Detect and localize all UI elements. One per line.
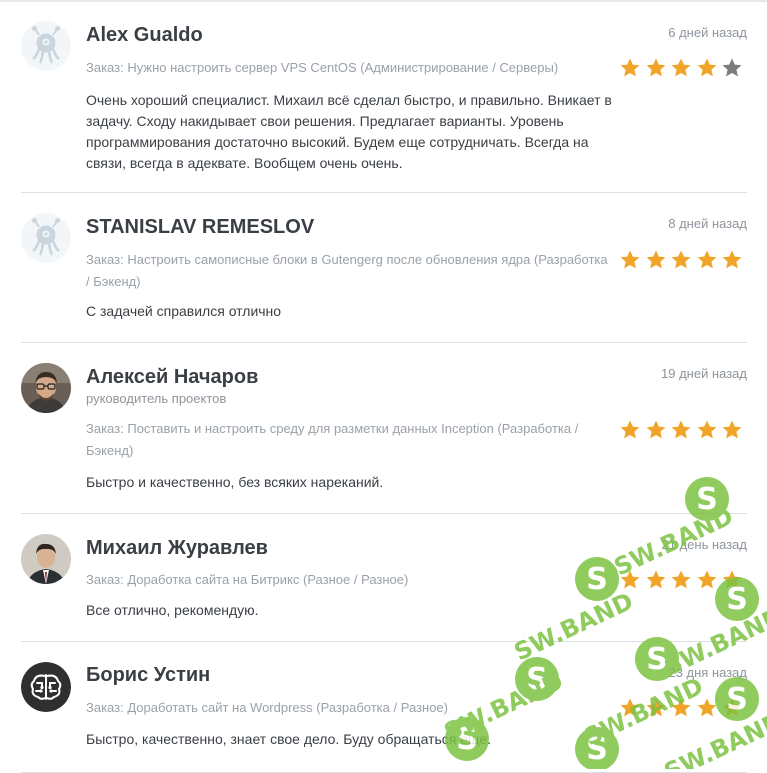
star-filled-icon [619,57,641,79]
order-link[interactable]: Настроить самописные блоки в Gutengerg п… [86,252,608,289]
rating-stars [616,569,744,591]
star-filled-icon [645,249,667,271]
review-item: Alex Gualdo 6 дней назад Заказ: Нужно на… [21,0,747,193]
star-filled-icon [645,697,667,719]
reviewer-name[interactable]: Борис Устин [86,664,210,687]
star-filled-icon [619,249,641,271]
review-date: 6 дней назад [668,25,747,40]
star-filled-icon [619,419,641,441]
star-filled-icon [721,249,743,271]
star-filled-icon [645,569,667,591]
user-avatar-icon[interactable] [21,363,71,413]
review-date: 23 дня назад [668,665,747,680]
review-date: 21 день назад [661,537,748,552]
brain-avatar-icon[interactable] [21,662,71,712]
reviews-feed: Alex Gualdo 6 дней назад Заказ: Нужно на… [21,0,747,773]
user-avatar-icon[interactable] [21,534,71,584]
star-filled-icon [670,419,692,441]
order-link[interactable]: Поставить и настроить среду для разметки… [86,421,578,458]
star-filled-icon [670,57,692,79]
review-item: Алексей Начаров руководитель проектов 19… [21,343,747,514]
reviewer-name[interactable]: STANISLAV REMESLOV [86,216,314,239]
order-link[interactable]: Доработать сайт на Wordpress (Разработка… [127,700,448,715]
robot-avatar-icon[interactable] [21,213,71,263]
review-item: Михаил Журавлев 21 день назад Заказ: Дор… [21,514,747,642]
star-filled-icon [619,697,641,719]
review-date: 19 дней назад [661,366,747,381]
star-filled-icon [670,697,692,719]
star-filled-icon [670,569,692,591]
order-prefix: Заказ: [86,421,124,436]
star-filled-icon [696,697,718,719]
star-filled-icon [619,569,641,591]
reviewer-name[interactable]: Алексей Начаров [86,366,258,389]
reviewer-role: руководитель проектов [86,391,227,406]
rating-stars [616,697,744,719]
rating-stars [616,419,744,441]
reviewer-name[interactable]: Михаил Журавлев [86,537,268,560]
order-link[interactable]: Доработка сайта на Битрикс (Разное / Раз… [127,572,408,587]
review-text: Очень хороший специалист. Михаил всё сде… [86,92,612,171]
star-filled-icon [696,569,718,591]
order-prefix: Заказ: [86,60,124,75]
star-filled-icon [721,569,743,591]
review-text: Быстро, качественно, знает свое дело. Бу… [86,731,492,747]
star-filled-icon [670,249,692,271]
order-info: Заказ: Поставить и настроить среду для р… [86,418,612,462]
rating-stars [616,57,744,79]
review-date: 8 дней назад [668,216,747,231]
order-info: Заказ: Нужно настроить сервер VPS CentOS… [86,57,612,79]
review-text: С задачей справился отлично [86,303,282,319]
order-prefix: Заказ: [86,572,124,587]
review-text: Быстро и качественно, без всяких нарекан… [86,474,384,490]
star-empty-icon [721,57,743,79]
order-info: Заказ: Доработать сайт на Wordpress (Раз… [86,697,612,719]
star-filled-icon [696,57,718,79]
order-prefix: Заказ: [86,700,124,715]
star-filled-icon [696,419,718,441]
star-filled-icon [696,249,718,271]
reviewer-name[interactable]: Alex Gualdo [86,24,203,47]
star-filled-icon [645,57,667,79]
review-text: Все отлично, рекомендую. [86,602,259,618]
order-prefix: Заказ: [86,252,124,267]
star-filled-icon [721,697,743,719]
star-filled-icon [645,419,667,441]
rating-stars [616,249,744,271]
order-info: Заказ: Доработка сайта на Битрикс (Разно… [86,569,612,591]
review-item: STANISLAV REMESLOV 8 дней назад Заказ: Н… [21,193,747,343]
review-item: Борис Устин 23 дня назад Заказ: Доработа… [21,642,747,773]
order-link[interactable]: Нужно настроить сервер VPS CentOS (Админ… [127,60,558,75]
order-info: Заказ: Настроить самописные блоки в Gute… [86,249,612,293]
star-filled-icon [721,419,743,441]
robot-avatar-icon[interactable] [21,21,71,71]
